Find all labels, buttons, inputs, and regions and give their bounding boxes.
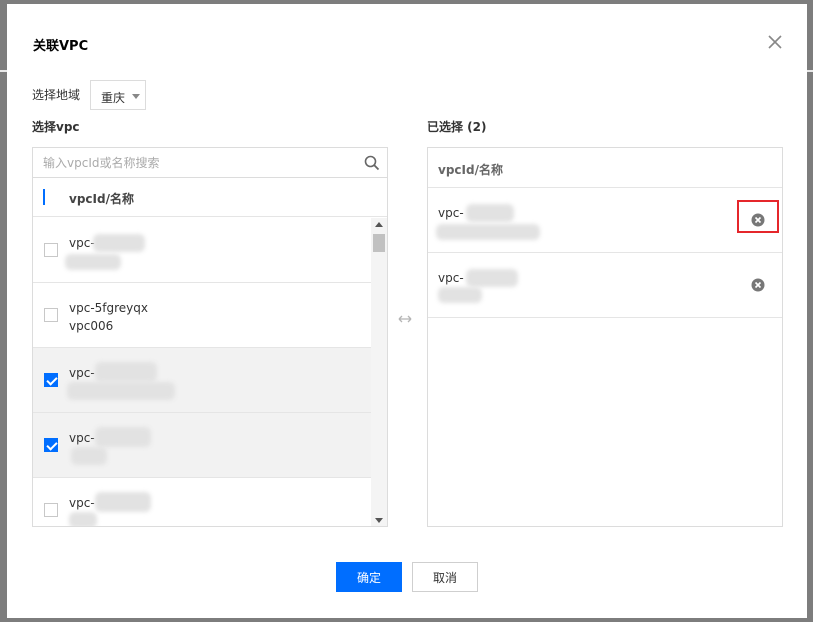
dialog-title: 关联VPC: [33, 39, 89, 54]
selected-vpc-id: vpc-: [438, 206, 464, 220]
vpc-row[interactable]: vpc-: [33, 348, 371, 413]
vpc-id: vpc-5fgreyqx: [69, 301, 148, 315]
vpc-id: vpc-: [69, 496, 95, 510]
vpc-id: vpc-: [69, 431, 95, 445]
vpc-row[interactable]: vpc-: [33, 478, 371, 526]
selected-row: vpc-: [428, 188, 782, 253]
vpc-row[interactable]: vpc-: [33, 218, 371, 283]
list-header: vpcId/名称: [33, 179, 387, 217]
search-icon[interactable]: [364, 155, 380, 171]
scroll-down-arrow-icon[interactable]: [375, 518, 383, 523]
redacted-text: [466, 269, 518, 287]
row-checkbox[interactable]: [44, 373, 58, 387]
select-vpc-label: 选择vpc: [32, 120, 80, 134]
remove-circle-icon[interactable]: [751, 213, 765, 227]
scroll-up-arrow-icon[interactable]: [375, 222, 383, 227]
region-select[interactable]: 重庆: [90, 80, 146, 110]
vpc-id: vpc-: [69, 236, 95, 250]
vpc-row[interactable]: vpc-5fgreyqx vpc006: [33, 283, 371, 348]
available-vpc-panel: vpcId/名称 vpc- vpc-5fgreyqx vpc006 vpc-: [32, 147, 388, 527]
vpc-id: vpc-: [69, 366, 95, 380]
selected-list-header-label: vpcId/名称: [438, 163, 503, 177]
chevron-down-icon: [132, 94, 140, 99]
backdrop-strip: [0, 70, 7, 72]
vpc-row[interactable]: vpc-: [33, 413, 371, 478]
selected-list-header: vpcId/名称: [428, 148, 782, 188]
cancel-button[interactable]: 取消: [412, 562, 478, 592]
row-checkbox[interactable]: [44, 503, 58, 517]
redacted-text: [65, 254, 121, 270]
transfer-arrows-icon: [397, 313, 413, 325]
select-all-checkbox[interactable]: [43, 189, 45, 205]
redacted-text: [93, 234, 145, 252]
redacted-text: [69, 512, 97, 526]
redacted-text: [438, 287, 482, 303]
search-box: [33, 148, 387, 178]
list-header-label: vpcId/名称: [69, 192, 134, 206]
vpc-name: vpc006: [69, 319, 114, 333]
selected-count-label: 已选择 (2): [427, 120, 487, 134]
scrollbar-thumb[interactable]: [373, 234, 385, 252]
search-input[interactable]: [39, 154, 367, 172]
selected-row: vpc-: [428, 253, 782, 318]
list-scrollbar[interactable]: [371, 218, 387, 526]
redacted-text: [71, 447, 107, 465]
selected-vpc-id: vpc-: [438, 271, 464, 285]
remove-circle-icon[interactable]: [751, 278, 765, 292]
selected-vpc-panel: vpcId/名称 vpc- vpc-: [427, 147, 783, 527]
close-icon[interactable]: [766, 33, 784, 51]
redacted-text: [67, 382, 175, 400]
row-checkbox[interactable]: [44, 308, 58, 322]
redacted-text: [436, 224, 540, 240]
region-selected-value: 重庆: [101, 91, 126, 105]
redacted-text: [95, 362, 157, 382]
redacted-text: [466, 204, 514, 222]
row-checkbox[interactable]: [44, 438, 58, 452]
redacted-text: [95, 427, 151, 447]
vpc-list: vpc- vpc-5fgreyqx vpc006 vpc- vpc- vpc-: [33, 218, 371, 526]
redacted-text: [95, 492, 151, 512]
row-checkbox[interactable]: [44, 243, 58, 257]
associate-vpc-dialog: 关联VPC 选择地域 重庆 选择vpc 已选择 (2) vpcId/名称 vpc…: [7, 4, 807, 618]
region-label: 选择地域: [32, 88, 81, 102]
backdrop-strip: [807, 70, 813, 72]
ok-button[interactable]: 确定: [336, 562, 402, 592]
